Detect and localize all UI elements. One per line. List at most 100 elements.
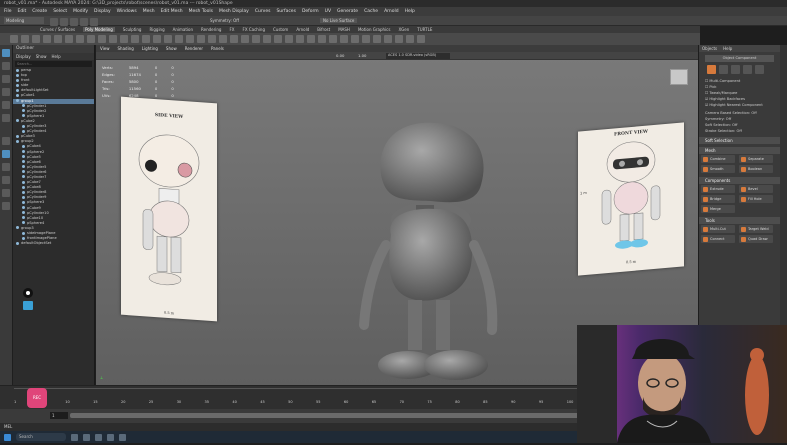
front-view-image-plane[interactable]: FRONT VIEW 1 m 0.5 m	[578, 122, 684, 276]
shelf-tool-icon[interactable]	[186, 35, 194, 43]
shelf-tool-icon[interactable]	[65, 35, 73, 43]
symmetry-status[interactable]: Symmetry: Off	[210, 18, 239, 23]
toolkit-menu-help[interactable]: Help	[723, 45, 732, 52]
shelf-tool-icon[interactable]	[406, 35, 414, 43]
taskbar-app-icon[interactable]	[95, 433, 102, 441]
record-button[interactable]: REC	[27, 388, 47, 408]
component-extrude-button[interactable]: Extrude	[701, 185, 735, 193]
robot-3d-model[interactable]	[356, 115, 506, 385]
component-bevel-button[interactable]: Bevel	[739, 185, 773, 193]
shelf-tool-icon[interactable]	[175, 35, 183, 43]
uv-editor-icon[interactable]	[2, 189, 10, 197]
shelf-tool-icon[interactable]	[318, 35, 326, 43]
command-language[interactable]: MEL	[4, 424, 12, 429]
live-surface-field[interactable]: No Live Surface	[320, 18, 358, 23]
shelf-tab-custom[interactable]: Custom	[273, 27, 288, 32]
shelf-tab-turtle[interactable]: TURTLE	[417, 27, 432, 32]
object-mode-icon[interactable]	[707, 65, 716, 74]
shelf-tool-icon[interactable]	[153, 35, 161, 43]
shelf-tab-poly-modeling[interactable]: Poly Modeling	[83, 27, 115, 32]
edge-mode-icon[interactable]	[731, 65, 740, 74]
tool-target-weld-button[interactable]: Target Weld	[739, 225, 773, 233]
graph-editor-icon[interactable]	[2, 176, 10, 184]
shelf-tool-icon[interactable]	[274, 35, 282, 43]
shelf-tool-icon[interactable]	[219, 35, 227, 43]
open-scene-icon[interactable]	[60, 18, 68, 26]
shelf-tool-icon[interactable]	[87, 35, 95, 43]
search-icon[interactable]	[2, 202, 10, 210]
toolkit-menu-objects[interactable]: Objects	[702, 45, 717, 52]
shelf-tool-icon[interactable]	[208, 35, 216, 43]
outliner-menu-show[interactable]: Show	[36, 53, 47, 60]
viewport-menu-show[interactable]: Show	[166, 46, 177, 51]
viewport-menu-panels[interactable]: Panels	[211, 46, 224, 51]
range-bar[interactable]	[70, 413, 590, 418]
side-view-image-plane[interactable]: SIDE VIEW 0.5 m	[121, 96, 217, 322]
menu-help[interactable]: Help	[405, 9, 415, 14]
tools-section[interactable]: Tools	[699, 217, 780, 224]
mesh-boolean-button[interactable]: Boolean	[739, 165, 773, 173]
menu-set-dropdown[interactable]: Modeling	[4, 17, 44, 24]
menu-mesh-display[interactable]: Mesh Display	[219, 9, 249, 14]
taskbar-app-icon[interactable]	[107, 433, 114, 441]
menu-cache[interactable]: Cache	[364, 9, 378, 14]
paint-select-icon[interactable]	[2, 75, 10, 83]
object-component-toggle[interactable]: Object Component	[705, 55, 774, 62]
taskbar-search[interactable]: Search	[16, 433, 66, 441]
menu-edit-mesh[interactable]: Edit Mesh	[161, 9, 183, 14]
stroke-selection-setting[interactable]: Stroke Selection: Off	[699, 128, 780, 134]
tool-multi-cut-button[interactable]: Multi-Cut	[701, 225, 735, 233]
mesh-separate-button[interactable]: Separate	[739, 155, 773, 163]
menu-windows[interactable]: Windows	[117, 9, 137, 14]
menu-modify[interactable]: Modify	[73, 9, 88, 14]
view-cube[interactable]	[670, 69, 688, 85]
shelf-tool-icon[interactable]	[109, 35, 117, 43]
menu-edit[interactable]: Edit	[18, 9, 27, 14]
component-bridge-button[interactable]: Bridge	[701, 195, 735, 203]
shelf-tool-icon[interactable]	[384, 35, 392, 43]
scale-tool-icon[interactable]	[2, 114, 10, 122]
shelf-tool-icon[interactable]	[10, 35, 18, 43]
viewport-menu-view[interactable]: View	[100, 46, 110, 51]
component-merge-button[interactable]: Merge	[701, 205, 735, 213]
shelf-tool-icon[interactable]	[307, 35, 315, 43]
taskbar-app-icon[interactable]	[119, 433, 126, 441]
vertex-mode-icon[interactable]	[719, 65, 728, 74]
exposure-field[interactable]: 0.00	[336, 53, 344, 58]
shelf-tool-icon[interactable]	[142, 35, 150, 43]
outliner-search[interactable]: Search...	[15, 61, 92, 67]
mesh-combine-button[interactable]: Combine	[701, 155, 735, 163]
viewport-menu-renderer[interactable]: Renderer	[185, 46, 203, 51]
shelf-tool-icon[interactable]	[131, 35, 139, 43]
start-icon[interactable]	[4, 433, 11, 441]
start-frame-field[interactable]: 1	[50, 412, 68, 419]
shelf-tab-arnold[interactable]: Arnold	[296, 27, 309, 32]
menu-arnold[interactable]: Arnold	[384, 9, 399, 14]
shelf-tab-curves-surfaces[interactable]: Curves / Surfaces	[40, 27, 75, 32]
rotate-tool-icon[interactable]	[2, 101, 10, 109]
shelf-tab-bifrost[interactable]: Bifrost	[317, 27, 330, 32]
shelf-tool-icon[interactable]	[285, 35, 293, 43]
shelf-tool-icon[interactable]	[373, 35, 381, 43]
outliner-menu-display[interactable]: Display	[16, 53, 31, 60]
menu-file[interactable]: File	[4, 9, 12, 14]
shelf-tool-icon[interactable]	[76, 35, 84, 43]
shelf-tab-fx-caching[interactable]: FX Caching	[243, 27, 265, 32]
undo-icon[interactable]	[80, 18, 88, 26]
shelf-tab-sculpting[interactable]: Sculpting	[123, 27, 142, 32]
move-tool-icon[interactable]	[2, 88, 10, 96]
shelf-tab-motion-graphics[interactable]: Motion Graphics	[358, 27, 391, 32]
shelf-tab-fx[interactable]: FX	[229, 27, 234, 32]
menu-surfaces[interactable]: Surfaces	[276, 9, 296, 14]
shelf-tool-icon[interactable]	[43, 35, 51, 43]
menu-curves[interactable]: Curves	[255, 9, 271, 14]
save-scene-icon[interactable]	[70, 18, 78, 26]
taskbar-app-icon[interactable]	[71, 433, 78, 441]
mesh-smooth-button[interactable]: Smooth	[701, 165, 735, 173]
shelf-tab-mash[interactable]: MASH	[338, 27, 350, 32]
shelf-tool-icon[interactable]	[32, 35, 40, 43]
menu-generate[interactable]: Generate	[337, 9, 358, 14]
shelf-tab-animation[interactable]: Animation	[173, 27, 193, 32]
shelf-tool-icon[interactable]	[164, 35, 172, 43]
outliner-menu-help[interactable]: Help	[52, 53, 61, 60]
